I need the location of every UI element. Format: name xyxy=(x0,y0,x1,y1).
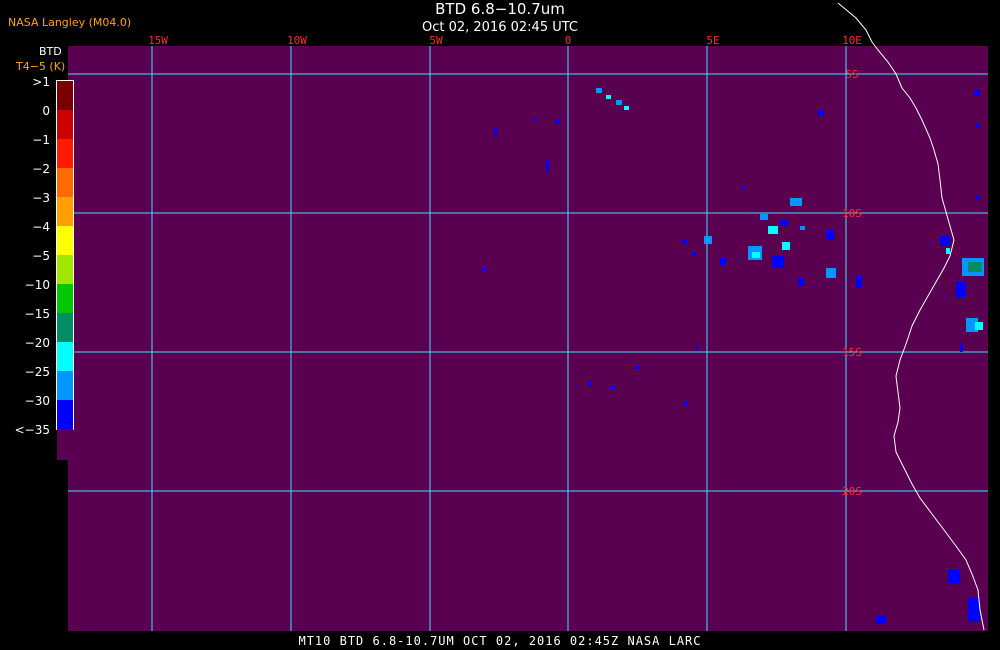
colorbar-tick-label: >1 xyxy=(32,75,50,89)
cloud-pixel xyxy=(782,242,790,250)
cloud-pixel xyxy=(692,252,696,256)
colorbar-swatch xyxy=(57,139,73,168)
cloud-pixel xyxy=(606,95,611,99)
cloud-pixel xyxy=(610,386,615,389)
colorbar-swatch xyxy=(57,255,73,284)
cloud-pixel xyxy=(720,258,726,266)
colorbar-swatch xyxy=(57,226,73,255)
longitude-label: 15W xyxy=(148,34,168,47)
satellite-map: 15W 10W 5W 0 5E 10E 5S 10S 15S 20S xyxy=(68,2,988,631)
colorbar-tick-label: −20 xyxy=(24,336,50,350)
legend-units: T4−5 (K) xyxy=(16,60,66,73)
cloud-pixel xyxy=(975,322,983,330)
latitude-label: 10S xyxy=(842,207,862,220)
product-title: BTD 6.8−10.7um xyxy=(435,0,565,18)
colorbar-swatch xyxy=(57,342,73,371)
cloud-pixel xyxy=(780,220,788,226)
cloud-pixel xyxy=(856,276,862,288)
cloud-pixel xyxy=(494,128,497,136)
cloud-pixel xyxy=(588,382,592,386)
latitude-label: 20S xyxy=(842,485,862,498)
colorbar-tick-label: −10 xyxy=(24,278,50,292)
cloud-pixel xyxy=(772,256,784,268)
cloud-pixel xyxy=(790,198,802,206)
cloud-pixel xyxy=(696,346,699,349)
longitude-label: 5W xyxy=(429,34,443,47)
cloud-pixel xyxy=(956,282,966,298)
colorbar-tick-label: −5 xyxy=(32,249,50,263)
cloud-pixel xyxy=(760,214,768,220)
cloud-pixel xyxy=(768,226,778,234)
cloud-pixel xyxy=(876,616,886,624)
longitude-label: 0 xyxy=(565,34,572,47)
colorbar-swatch xyxy=(57,429,73,460)
cloud-pixel xyxy=(546,160,549,172)
cloud-pixel xyxy=(818,110,824,116)
longitude-label: 10E xyxy=(842,34,862,47)
colorbar-tick-label: −25 xyxy=(24,365,50,379)
colorbar-swatch xyxy=(57,284,73,313)
cloud-pixel xyxy=(616,100,622,105)
cloud-pixel xyxy=(800,226,805,230)
map-background xyxy=(68,46,988,631)
colorbar-swatch xyxy=(57,81,73,110)
cloud-pixel xyxy=(976,196,980,200)
longitude-label: 5E xyxy=(706,34,719,47)
cloud-pixel xyxy=(682,240,687,244)
colorbar-swatch xyxy=(57,110,73,139)
cloud-pixel xyxy=(742,186,745,189)
colorbar-swatch xyxy=(57,371,73,400)
cloud-pixel xyxy=(940,236,950,246)
cloud-pixel xyxy=(752,252,760,258)
colorbar-tick-label: −1 xyxy=(32,133,50,147)
footer-caption: MT10 BTD 6.8-10.7UM OCT 02, 2016 02:45Z … xyxy=(298,634,702,648)
colorbar-tick-label: −15 xyxy=(24,307,50,321)
colorbar-tick-label: −4 xyxy=(32,220,50,234)
cloud-pixel xyxy=(684,402,688,406)
colorbar-swatch xyxy=(57,313,73,342)
cloud-pixel xyxy=(596,88,602,93)
colorbar-tick-label: <−35 xyxy=(14,423,50,437)
colorbar-tick-label: −3 xyxy=(32,191,50,205)
cloud-pixel xyxy=(826,230,834,240)
colorbar xyxy=(56,80,74,460)
cloud-pixel xyxy=(946,248,950,254)
colorbar-swatch xyxy=(57,168,73,197)
cloud-pixel xyxy=(968,262,982,272)
cloud-pixel xyxy=(624,106,629,110)
colorbar-swatch xyxy=(57,400,73,429)
cloud-pixel xyxy=(482,268,486,271)
cloud-pixel xyxy=(826,268,836,278)
longitude-label: 10W xyxy=(287,34,307,47)
colorbar-tick-label: −30 xyxy=(24,394,50,408)
cloud-pixel xyxy=(960,344,963,352)
cloud-pixel xyxy=(974,90,980,96)
cloud-pixel xyxy=(976,124,980,128)
cloud-pixel xyxy=(968,598,980,622)
cloud-pixel xyxy=(636,366,640,369)
cloud-pixel xyxy=(798,278,804,286)
colorbar-tick-label: −2 xyxy=(32,162,50,176)
legend-title: BTD xyxy=(39,45,62,58)
latitude-label: 15S xyxy=(842,346,862,359)
source-label: NASA Langley (M04.0) xyxy=(8,16,132,29)
cloud-pixel xyxy=(533,118,536,121)
cloud-pixel xyxy=(555,120,560,123)
colorbar-tick-label: 0 xyxy=(42,104,50,118)
latitude-label: 5S xyxy=(845,68,858,81)
colorbar-swatch xyxy=(57,197,73,226)
datetime-label: Oct 02, 2016 02:45 UTC xyxy=(422,20,578,35)
cloud-pixel xyxy=(948,570,960,584)
cloud-pixel xyxy=(704,236,712,244)
